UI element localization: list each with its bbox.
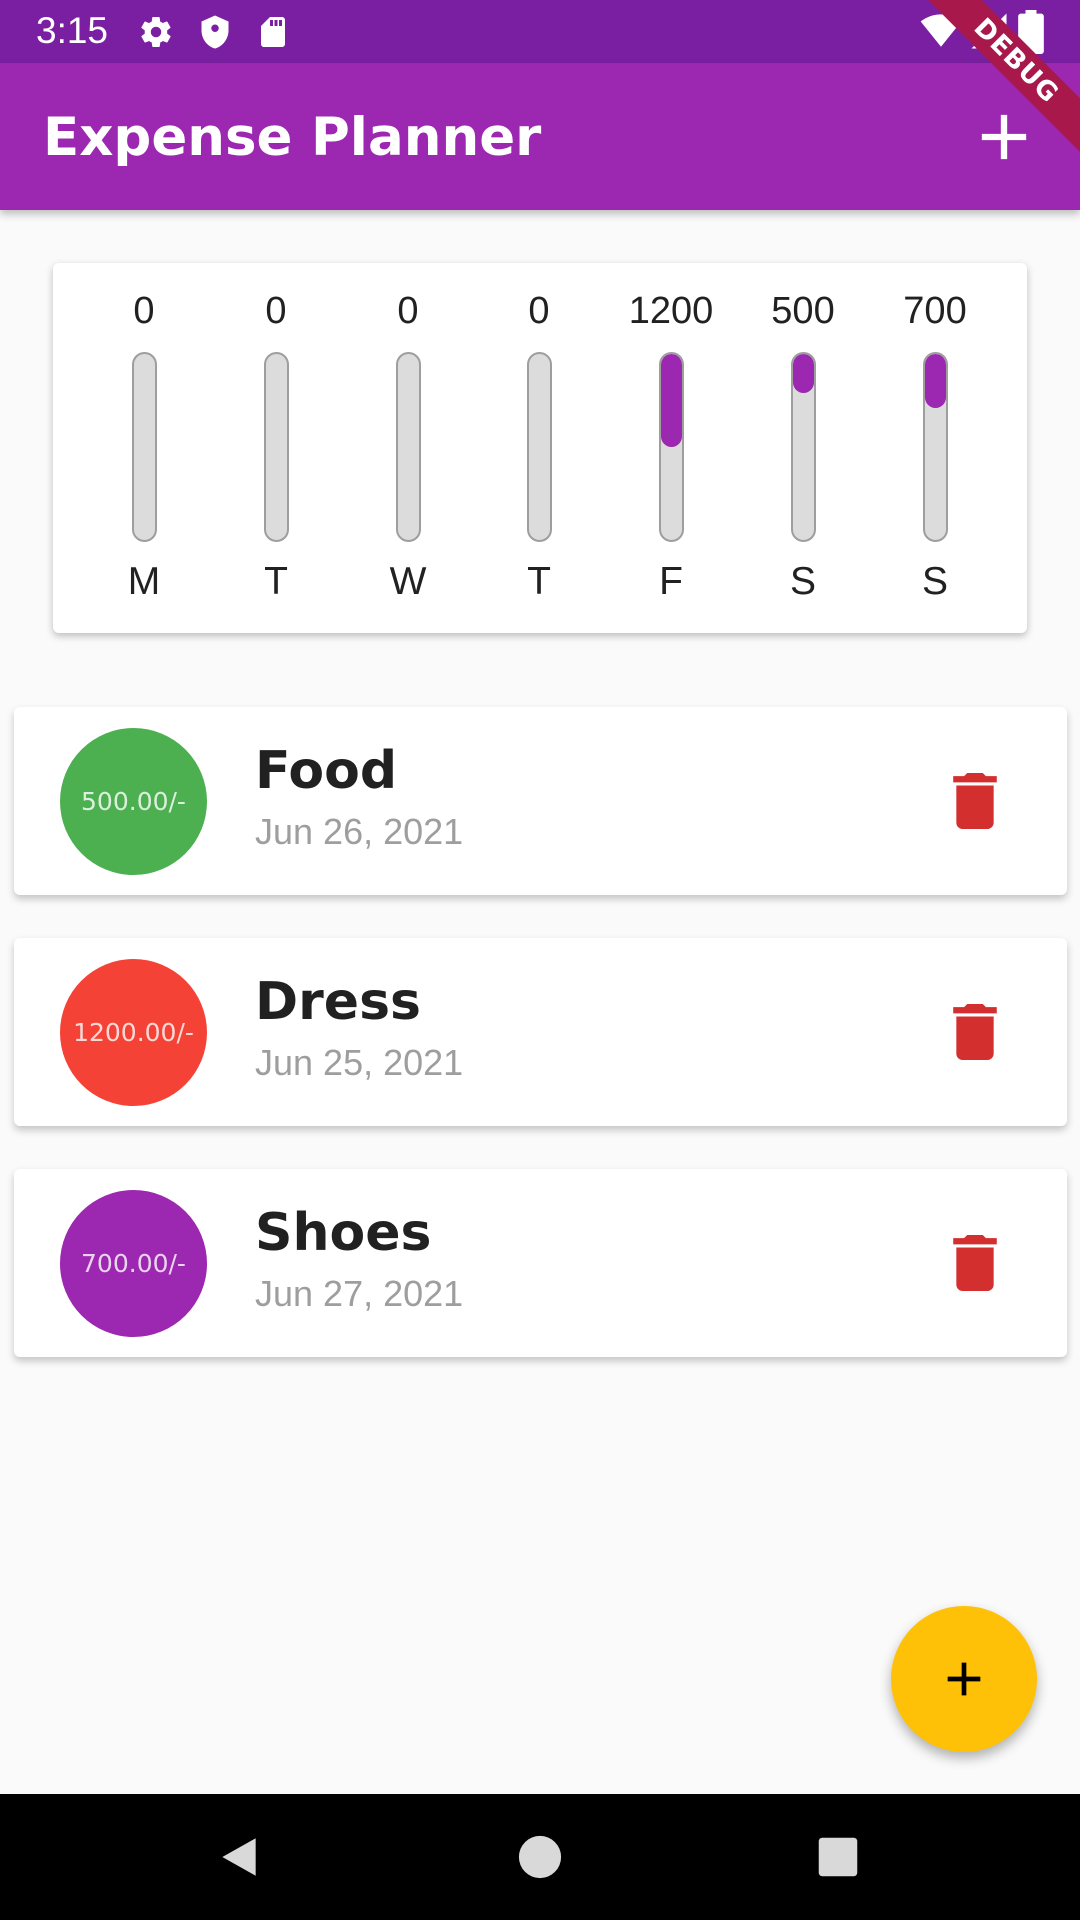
home-icon	[518, 1835, 562, 1879]
weekly-chart-card: 0 M 0 T 0 W 0 T 1200 F 500 S 700 S	[53, 263, 1027, 633]
trash-icon	[953, 1235, 997, 1291]
expense-list-item: 1200.00/- Dress Jun 25, 2021	[14, 938, 1067, 1126]
chart-day-amount: 1200	[628, 290, 714, 332]
sd-card-icon	[261, 17, 285, 47]
chart-day-label: S	[789, 560, 816, 603]
nav-home-button[interactable]	[507, 1824, 573, 1890]
chart-day-amount: 0	[528, 290, 550, 332]
expense-date: Jun 25, 2021	[255, 1042, 464, 1083]
expense-title: Food	[255, 741, 398, 801]
chart-day-label: M	[127, 560, 161, 603]
chart-day-label: S	[921, 560, 948, 603]
plus-icon	[947, 1662, 981, 1696]
nav-back-button[interactable]	[206, 1824, 272, 1890]
nav-recents-button[interactable]	[805, 1824, 871, 1890]
chart-day-amount: 700	[903, 290, 967, 332]
chart-bar-track	[527, 352, 552, 542]
chart-day-amount: 0	[265, 290, 287, 332]
expense-list-item: 700.00/- Shoes Jun 27, 2021	[14, 1169, 1067, 1357]
chart-day-amount: 500	[771, 290, 835, 332]
chart-bar-track	[923, 352, 948, 542]
expense-date: Jun 27, 2021	[255, 1273, 464, 1314]
status-time: 3:15	[36, 10, 109, 51]
chart-day-column: 700 S	[885, 263, 985, 633]
delete-expense-button[interactable]	[953, 1004, 997, 1060]
chart-day-column: 0T	[489, 263, 589, 633]
expense-amount-avatar: 1200.00/-	[60, 959, 207, 1106]
chart-bar-track	[132, 352, 157, 542]
chart-day-column: 0W	[358, 263, 458, 633]
chart-day-label: W	[389, 560, 427, 603]
chart-bar-track	[396, 352, 421, 542]
expense-title: Shoes	[255, 1203, 432, 1263]
chart-day-column: 500 S	[753, 263, 853, 633]
app-bar: Expense Planner	[0, 63, 1080, 210]
signal-icon	[971, 13, 1007, 49]
chart-day-label: F	[659, 560, 683, 603]
chart-bar-fill	[661, 354, 682, 447]
status-bar: 3:15	[0, 0, 1080, 63]
chart-day-column: 0M	[94, 263, 194, 633]
trash-icon	[953, 773, 997, 829]
plus-icon	[981, 114, 1027, 160]
chart-day-amount: 0	[397, 290, 419, 332]
shield-icon	[201, 15, 229, 49]
chart-day-column: 1200 F	[621, 263, 721, 633]
chart-day-amount: 0	[133, 290, 155, 332]
chart-bar-track	[791, 352, 816, 542]
back-icon	[222, 1838, 256, 1876]
navigation-bar	[0, 1794, 1080, 1920]
chart-bar-track	[659, 352, 684, 542]
expense-title: Dress	[255, 972, 421, 1032]
expense-amount-avatar: 700.00/-	[60, 1190, 207, 1337]
add-expense-button[interactable]	[966, 99, 1042, 175]
expense-date: Jun 26, 2021	[255, 811, 464, 852]
trash-icon	[953, 1004, 997, 1060]
expense-list-item: 500.00/- Food Jun 26, 2021	[14, 707, 1067, 895]
chart-bar-fill	[925, 354, 946, 409]
battery-icon	[1018, 10, 1044, 54]
app-title: Expense Planner	[43, 107, 542, 168]
delete-expense-button[interactable]	[953, 773, 997, 829]
chart-bar-track	[264, 352, 289, 542]
chart-day-label: T	[264, 560, 288, 603]
chart-day-label: T	[527, 560, 551, 603]
chart-bar-fill	[793, 354, 814, 393]
delete-expense-button[interactable]	[953, 1235, 997, 1291]
wifi-icon	[920, 14, 962, 47]
recents-icon	[818, 1837, 858, 1877]
expense-amount-avatar: 500.00/-	[60, 728, 207, 875]
add-expense-fab[interactable]	[891, 1606, 1037, 1752]
settings-icon	[141, 16, 171, 47]
chart-day-column: 0T	[226, 263, 326, 633]
